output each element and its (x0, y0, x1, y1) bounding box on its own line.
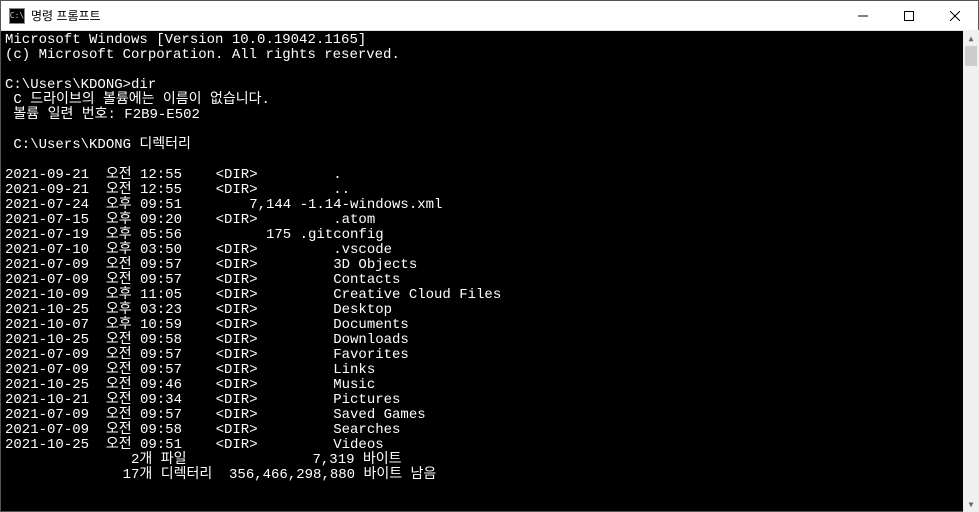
close-icon (950, 11, 960, 21)
minimize-button[interactable] (840, 1, 886, 30)
scrollbar-track[interactable] (963, 46, 979, 496)
scrollbar-up-button[interactable]: ▲ (963, 30, 979, 46)
close-button[interactable] (932, 1, 978, 30)
app-icon: C:\ (9, 8, 25, 24)
window-title: 명령 프롬프트 (31, 7, 840, 24)
titlebar[interactable]: C:\ 명령 프롬프트 (1, 1, 978, 31)
scrollbar-down-button[interactable]: ▼ (963, 496, 979, 512)
minimize-icon (858, 11, 868, 21)
maximize-icon (904, 11, 914, 21)
app-icon-text: C:\ (10, 11, 24, 20)
scrollbar[interactable]: ▲ ▼ (963, 30, 979, 512)
command-prompt-window: C:\ 명령 프롬프트 Microsoft Windows [Version 1… (0, 0, 979, 512)
maximize-button[interactable] (886, 1, 932, 30)
scrollbar-thumb[interactable] (965, 46, 977, 66)
window-controls (840, 1, 978, 30)
console-output[interactable]: Microsoft Windows [Version 10.0.19042.11… (1, 31, 978, 511)
